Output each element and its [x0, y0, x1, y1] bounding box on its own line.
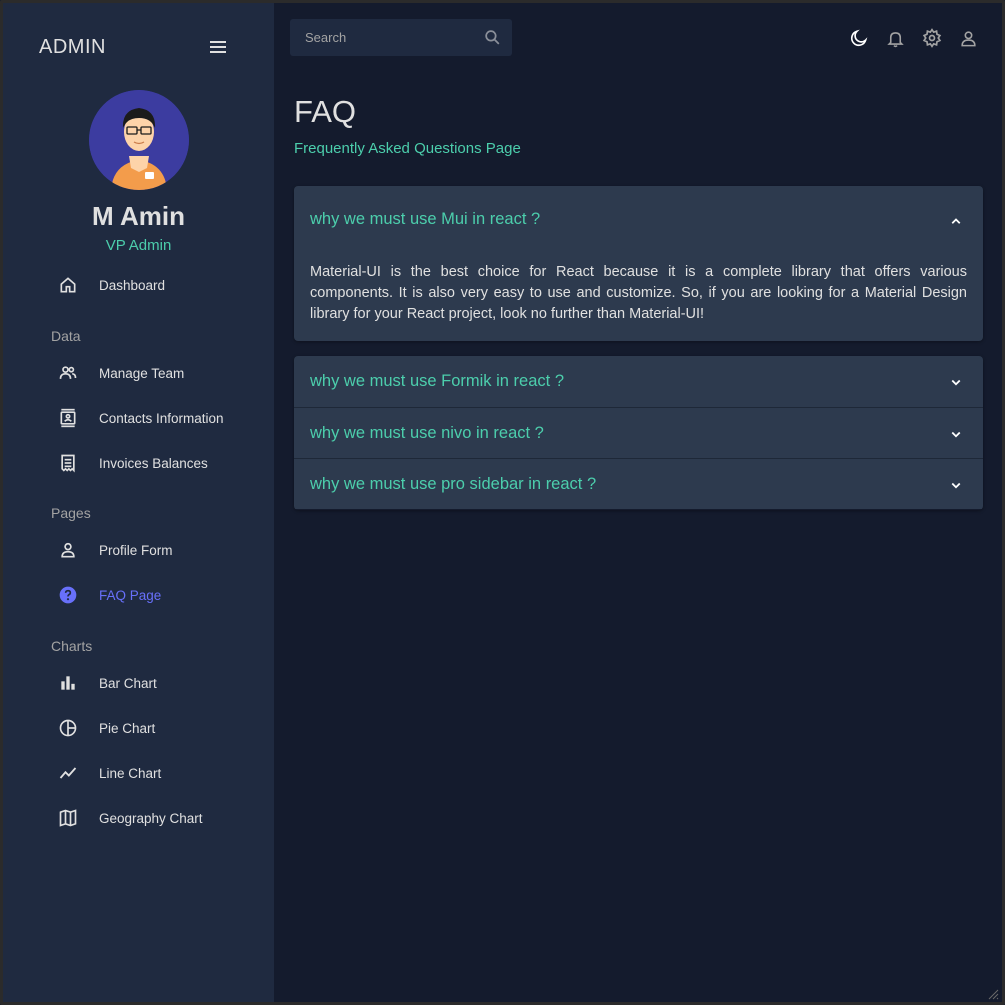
sidebar-item-label: Profile Form	[99, 542, 173, 558]
pie-chart-icon	[57, 717, 79, 739]
user-icon[interactable]	[957, 27, 979, 49]
gear-icon[interactable]	[921, 27, 943, 49]
help-icon	[57, 584, 79, 606]
line-chart-icon	[57, 762, 79, 784]
chevron-down-icon[interactable]	[947, 425, 965, 443]
chevron-up-icon[interactable]	[947, 212, 965, 230]
resize-handle-icon[interactable]	[987, 987, 999, 1000]
faq-question[interactable]: why we must use pro sidebar in react ?	[310, 475, 596, 494]
sidebar-item-label: FAQ Page	[99, 587, 162, 603]
sidebar-item-dashboard[interactable]: Dashboard	[57, 271, 165, 299]
map-icon	[57, 807, 79, 829]
page-subtitle: Frequently Asked Questions Page	[294, 140, 521, 157]
sidebar-item-invoices[interactable]: Invoices Balances	[57, 449, 208, 477]
search-icon[interactable]	[483, 28, 502, 47]
sidebar-item-label: Invoices Balances	[99, 455, 208, 471]
chevron-down-icon[interactable]	[947, 476, 965, 494]
section-data: Data	[51, 328, 81, 344]
sidebar-item-geography-chart[interactable]: Geography Chart	[57, 804, 203, 832]
receipt-icon	[57, 452, 79, 474]
faq-item-pro-sidebar[interactable]: why we must use pro sidebar in react ?	[294, 458, 983, 509]
sidebar-item-pie-chart[interactable]: Pie Chart	[57, 714, 155, 742]
contacts-icon	[57, 407, 79, 429]
section-pages: Pages	[51, 505, 91, 521]
page-title: FAQ	[294, 94, 357, 129]
search-box	[290, 19, 512, 56]
bell-icon[interactable]	[884, 27, 906, 49]
sidebar: ADMIN M Amin VP Admin Dashboard Data Man…	[3, 3, 274, 1002]
sidebar-item-label: Pie Chart	[99, 720, 156, 736]
user-role: VP Admin	[105, 237, 172, 254]
search-input[interactable]	[305, 30, 470, 45]
home-icon	[57, 274, 79, 296]
faq-item-mui[interactable]: why we must use Mui in react ? Material-…	[294, 186, 983, 341]
sidebar-item-label: Geography Chart	[99, 810, 203, 826]
bar-chart-icon	[57, 672, 79, 694]
sidebar-item-label: Manage Team	[99, 365, 185, 381]
user-name: M Amin	[92, 201, 185, 231]
faq-item-nivo[interactable]: why we must use nivo in react ?	[294, 407, 983, 458]
sidebar-item-profile-form[interactable]: Profile Form	[57, 536, 173, 564]
sidebar-item-faq[interactable]: FAQ Page	[57, 581, 161, 609]
person-icon	[57, 539, 79, 561]
sidebar-item-manage-team[interactable]: Manage Team	[57, 359, 184, 387]
moon-icon[interactable]	[848, 27, 870, 49]
sidebar-item-contacts[interactable]: Contacts Information	[57, 404, 224, 432]
chevron-down-icon[interactable]	[947, 373, 965, 391]
people-icon	[57, 362, 79, 384]
sidebar-item-label: Line Chart	[99, 765, 162, 781]
brand-title: ADMIN	[39, 36, 106, 58]
sidebar-item-label: Dashboard	[99, 277, 166, 293]
faq-question[interactable]: why we must use nivo in react ?	[310, 424, 544, 443]
sidebar-item-bar-chart[interactable]: Bar Chart	[57, 669, 157, 697]
avatar	[89, 90, 189, 190]
section-charts: Charts	[51, 638, 93, 654]
faq-item-formik[interactable]: why we must use Formik in react ?	[294, 356, 983, 407]
faq-collapsed-group: why we must use Formik in react ? why we…	[294, 356, 983, 510]
sidebar-item-label: Bar Chart	[99, 675, 157, 691]
sidebar-item-label: Contacts Information	[99, 410, 224, 426]
sidebar-item-line-chart[interactable]: Line Chart	[57, 759, 161, 787]
faq-question[interactable]: why we must use Mui in react ?	[310, 210, 540, 229]
faq-answer: Material-UI is the best choice for React…	[310, 264, 967, 322]
app-window: ADMIN M Amin VP Admin Dashboard Data Man…	[0, 0, 1005, 1005]
faq-question[interactable]: why we must use Formik in react ?	[310, 372, 564, 391]
menu-icon[interactable]	[210, 39, 230, 57]
